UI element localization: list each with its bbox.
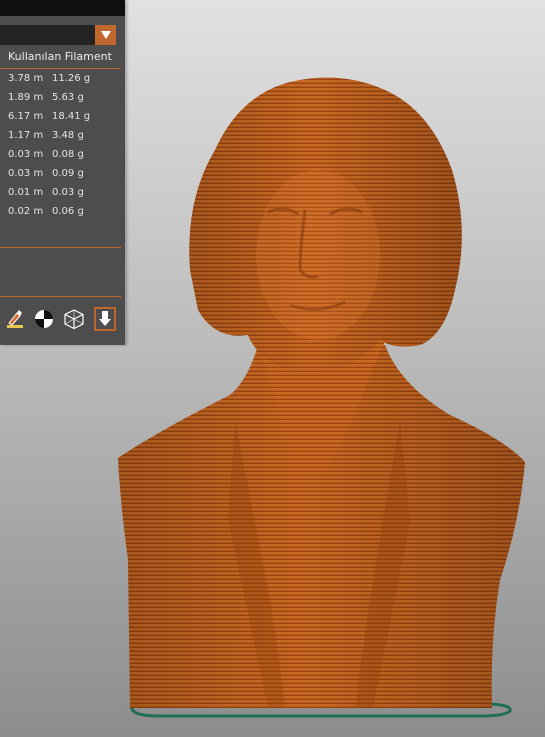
filament-length: 0.02 m <box>8 206 44 217</box>
filament-length: 0.03 m <box>8 149 44 160</box>
filament-weight: 0.08 g <box>52 149 84 160</box>
filament-panel: Kullanılan Filament 3.78 m 11.26 g 1.89 … <box>0 0 125 345</box>
filament-weight: 3.48 g <box>52 130 84 141</box>
filament-length: 3.78 m <box>8 73 44 84</box>
filament-length: 1.17 m <box>8 130 44 141</box>
list-item: 0.02 m 0.06 g <box>0 206 125 225</box>
extruder-dropdown[interactable] <box>0 25 116 45</box>
view-toolbar <box>0 306 125 334</box>
divider <box>0 247 121 248</box>
list-item: 3.78 m 11.26 g <box>0 73 125 92</box>
filament-weight: 0.03 g <box>52 187 84 198</box>
bust-face <box>256 170 380 340</box>
list-item: 6.17 m 18.41 g <box>0 111 125 130</box>
divider <box>0 296 121 297</box>
download-arrow-icon[interactable] <box>94 306 116 332</box>
filament-length: 0.03 m <box>8 168 44 179</box>
filament-weight: 0.06 g <box>52 206 84 217</box>
filament-length: 0.01 m <box>8 187 44 198</box>
section-title-used-filament: Kullanılan Filament <box>8 50 112 63</box>
list-item: 0.03 m 0.08 g <box>0 149 125 168</box>
filament-weight: 0.09 g <box>52 168 84 179</box>
panel-top-bar <box>0 0 125 16</box>
list-item: 0.01 m 0.03 g <box>0 187 125 206</box>
chevron-down-icon <box>100 31 111 39</box>
list-item: 1.17 m 3.48 g <box>0 130 125 149</box>
filament-weight: 11.26 g <box>52 73 91 84</box>
paint-brush-icon[interactable] <box>4 306 26 332</box>
3d-viewport[interactable]: Kullanılan Filament 3.78 m 11.26 g 1.89 … <box>0 0 545 737</box>
list-item: 1.89 m 5.63 g <box>0 92 125 111</box>
divider <box>0 68 121 69</box>
filament-weight: 5.63 g <box>52 92 84 103</box>
list-item: 0.03 m 0.09 g <box>0 168 125 187</box>
wireframe-cube-icon[interactable] <box>63 306 85 332</box>
dropdown-toggle-button[interactable] <box>95 25 116 45</box>
filament-length: 1.89 m <box>8 92 44 103</box>
filament-length: 6.17 m <box>8 111 44 122</box>
filament-weight: 18.41 g <box>52 111 91 122</box>
center-view-icon[interactable] <box>33 306 55 332</box>
